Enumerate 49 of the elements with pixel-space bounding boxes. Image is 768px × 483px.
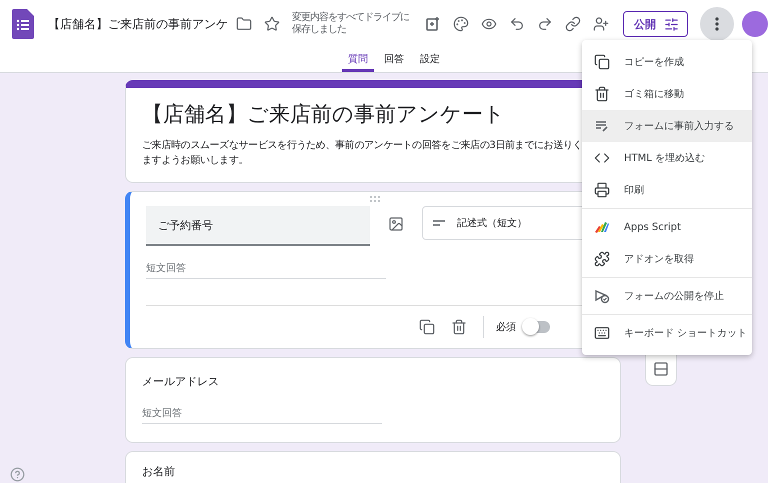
more-menu-button[interactable]: [700, 7, 734, 41]
menu-item-label: コピーを作成: [624, 56, 684, 69]
menu-item-label: アドオンを取得: [624, 253, 694, 266]
tab[interactable]: 設定: [414, 48, 446, 72]
menu-item-label: フォームの公開を停止: [624, 290, 724, 303]
tab[interactable]: 質問: [342, 48, 374, 72]
menu-item-label: 印刷: [624, 184, 644, 197]
copy-icon: [594, 54, 610, 70]
question-card[interactable]: お名前: [125, 451, 621, 483]
menu-item-label: フォームに事前入力する: [624, 120, 734, 133]
menu-item-label: ゴミ箱に移動: [624, 88, 684, 101]
menu-item[interactable]: Apps Script: [582, 211, 752, 243]
menu-item-label: HTML を埋め込む: [624, 152, 706, 165]
short-text-icon: [433, 219, 445, 227]
add-section-icon[interactable]: [653, 361, 669, 377]
menu-item[interactable]: 印刷: [582, 174, 752, 206]
document-title[interactable]: 【店舗名】ご来店前の事前アンケ: [48, 16, 228, 32]
menu-item[interactable]: コピーを作成: [582, 46, 752, 78]
menu-item[interactable]: フォームに事前入力する: [582, 110, 752, 142]
keyboard-icon: [594, 325, 610, 341]
publish-button[interactable]: 公開: [623, 11, 688, 37]
printer-icon: [594, 182, 610, 198]
answer-placeholder: 短文回答: [142, 403, 382, 424]
save-status: 保存しました: [292, 24, 347, 36]
menu-item[interactable]: HTML を埋め込む: [582, 142, 752, 174]
required-toggle[interactable]: [524, 321, 550, 333]
menu-item-label: キーボード ショートカット: [624, 327, 748, 340]
puzzle-icon: [594, 251, 610, 267]
apps-script-icon: [594, 219, 610, 235]
forms-logo-icon: [12, 9, 34, 39]
menu-item[interactable]: アドオンを取得: [582, 243, 752, 275]
lines-pen-icon: [594, 118, 610, 134]
more-vert-icon: [715, 17, 719, 31]
save-status: 変更内容をすべてドライブに: [292, 12, 409, 24]
question-title[interactable]: メールアドレス: [142, 374, 604, 389]
required-label: 必須: [496, 320, 516, 334]
answer-placeholder: 短文回答: [146, 258, 386, 279]
sliders-icon: [664, 16, 679, 32]
menu-item[interactable]: ゴミ箱に移動: [582, 78, 752, 110]
question-card[interactable]: メールアドレス 短文回答: [125, 357, 621, 443]
drag-handle-icon[interactable]: [369, 196, 381, 202]
unpublish-icon: [594, 288, 610, 304]
question-title[interactable]: お名前: [142, 464, 604, 479]
tab[interactable]: 回答: [378, 48, 410, 72]
menu-item[interactable]: キーボード ショートカット: [582, 317, 752, 349]
question-title-field[interactable]: ご予約番号: [146, 206, 370, 246]
menu-item[interactable]: フォームの公開を停止: [582, 280, 752, 312]
avatar[interactable]: [742, 11, 768, 37]
trash-icon: [594, 86, 610, 102]
